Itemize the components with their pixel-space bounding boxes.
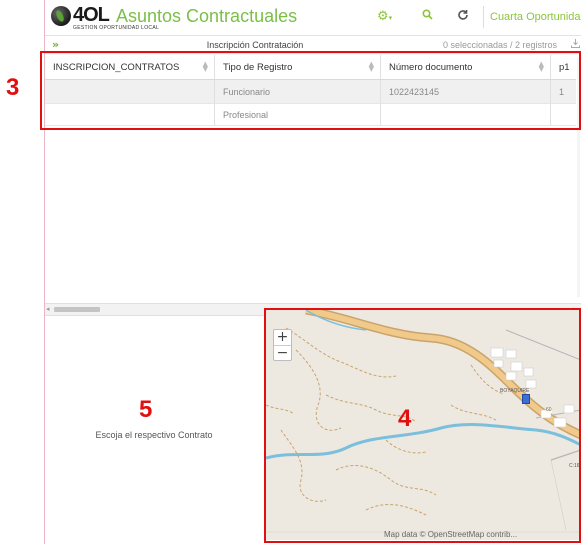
user-menu[interactable]: Cuarta Oportunida▼: [490, 11, 581, 23]
logo: 4OL GESTION OPORTUNIDAD LOCAL: [51, 4, 159, 32]
annotation-number: 3: [6, 74, 20, 101]
annotation-number: 4: [398, 405, 412, 432]
logo-text: 4OL: [73, 4, 110, 26]
download-icon[interactable]: [571, 39, 580, 51]
panel-title: Inscripción Contratación: [206, 40, 304, 50]
info-panel: Escoja el respectivo Contrato: [45, 317, 263, 544]
app-title: Asuntos Contractuales: [116, 6, 298, 26]
user-name: Cuarta Oportunida: [490, 11, 581, 23]
app-header: 4OL GESTION OPORTUNIDAD LOCAL Asuntos Co…: [45, 0, 581, 36]
info-message: Escoja el respectivo Contrato: [95, 430, 213, 440]
annotation-box: [40, 51, 581, 130]
search-icon[interactable]: [422, 9, 433, 25]
scroll-left-icon[interactable]: ◂: [46, 305, 50, 313]
gear-icon[interactable]: ⚙▾: [377, 9, 392, 26]
annotation-box: [264, 308, 581, 543]
selection-count: 0 seleccionadas / 2 registros: [443, 40, 558, 50]
scrollbar-thumb[interactable]: [54, 307, 100, 312]
logo-globe-icon: [51, 6, 71, 26]
annotation-number: 5: [139, 396, 153, 423]
refresh-icon[interactable]: [457, 9, 469, 26]
header-divider: [483, 6, 484, 28]
